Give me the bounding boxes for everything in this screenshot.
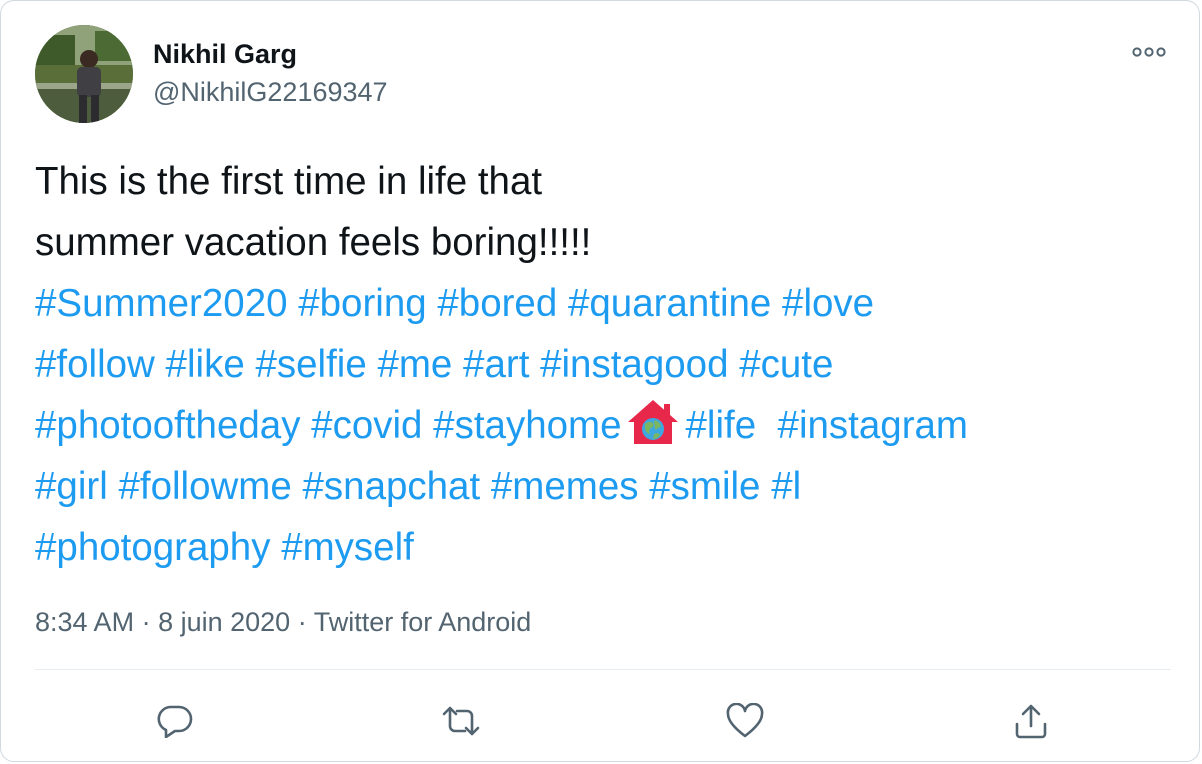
hashtag-link[interactable]: #photography (35, 526, 270, 569)
like-button[interactable] (721, 697, 769, 745)
hashtag-link[interactable]: #selfie (255, 343, 366, 386)
retweet-icon (442, 706, 480, 736)
hashtag-link[interactable]: #snapchat (303, 465, 481, 508)
reply-button[interactable] (151, 697, 199, 745)
hashtag-link[interactable]: #bored (437, 282, 557, 325)
hashtag-link[interactable]: #followme (118, 465, 291, 508)
tweet-date[interactable]: 8 juin 2020 (158, 607, 290, 637)
hashtag-link[interactable]: #stayhome (433, 404, 621, 447)
hashtag-row-4: #girl #followme #snapchat #memes #smile … (35, 456, 1175, 517)
tweet-text: This is the first time in life that summ… (35, 151, 1175, 578)
hashtag-row-3: #photooftheday #covid #stayhome #life #i… (35, 395, 1175, 456)
tweet-line-1: This is the first time in life that (35, 160, 543, 203)
share-button[interactable] (1007, 697, 1055, 745)
hashtag-link[interactable]: #follow (35, 343, 155, 386)
hashtag-link[interactable]: #girl (35, 465, 108, 508)
avatar[interactable] (35, 25, 133, 123)
tweet-source[interactable]: Twitter for Android (314, 607, 532, 637)
hashtag-link[interactable]: #Summer2020 (35, 282, 288, 325)
hashtag-link[interactable]: #smile (649, 465, 760, 508)
meta-separator: · (134, 607, 159, 637)
hashtag-link[interactable]: #instagood (540, 343, 728, 386)
house-with-earth-emoji (627, 400, 678, 444)
tweet-line-2: summer vacation feels boring!!!!! (35, 221, 592, 264)
more-dots-icon (1132, 47, 1166, 57)
tweet-card: Nikhil Garg @NikhilG22169347 This is the… (0, 0, 1200, 762)
share-icon (1015, 704, 1047, 739)
divider (35, 669, 1171, 670)
retweet-button[interactable] (437, 697, 485, 745)
hashtag-link[interactable]: #cute (739, 343, 833, 386)
hashtag-row-1: #Summer2020 #boring #bored #quarantine #… (35, 273, 1175, 334)
hashtag-link[interactable]: #memes (491, 465, 639, 508)
hashtag-link[interactable]: #covid (311, 404, 422, 447)
hashtag-row-2: #follow #like #selfie #me #art #instagoo… (35, 334, 1175, 395)
hashtag-link[interactable]: #boring (298, 282, 426, 325)
hashtag-link[interactable]: #life (686, 404, 757, 447)
hashtag-link[interactable]: #love (782, 282, 874, 325)
hashtag-link[interactable]: #like (166, 343, 245, 386)
heart-icon (726, 703, 764, 738)
hashtag-row-5: #photography #myself (35, 517, 1175, 578)
author-name[interactable]: Nikhil Garg (153, 37, 297, 71)
reply-icon (157, 705, 193, 738)
avatar-photo (35, 25, 133, 123)
hashtag-link[interactable]: #instagram (778, 404, 968, 447)
hashtag-link[interactable]: #me (377, 343, 452, 386)
author-handle[interactable]: @NikhilG22169347 (153, 75, 388, 109)
tweet-meta: 8:34 AM · 8 juin 2020 · Twitter for Andr… (35, 605, 531, 639)
more-options-button[interactable] (1127, 37, 1171, 67)
hashtag-link[interactable]: #art (463, 343, 529, 386)
meta-separator: · (290, 607, 314, 637)
hashtag-link[interactable]: #myself (281, 526, 414, 569)
hashtag-link[interactable]: #photooftheday (35, 404, 300, 447)
hashtag-link[interactable]: #quarantine (568, 282, 771, 325)
hashtag-link[interactable]: #l (771, 465, 801, 508)
tweet-time[interactable]: 8:34 AM (35, 607, 134, 637)
